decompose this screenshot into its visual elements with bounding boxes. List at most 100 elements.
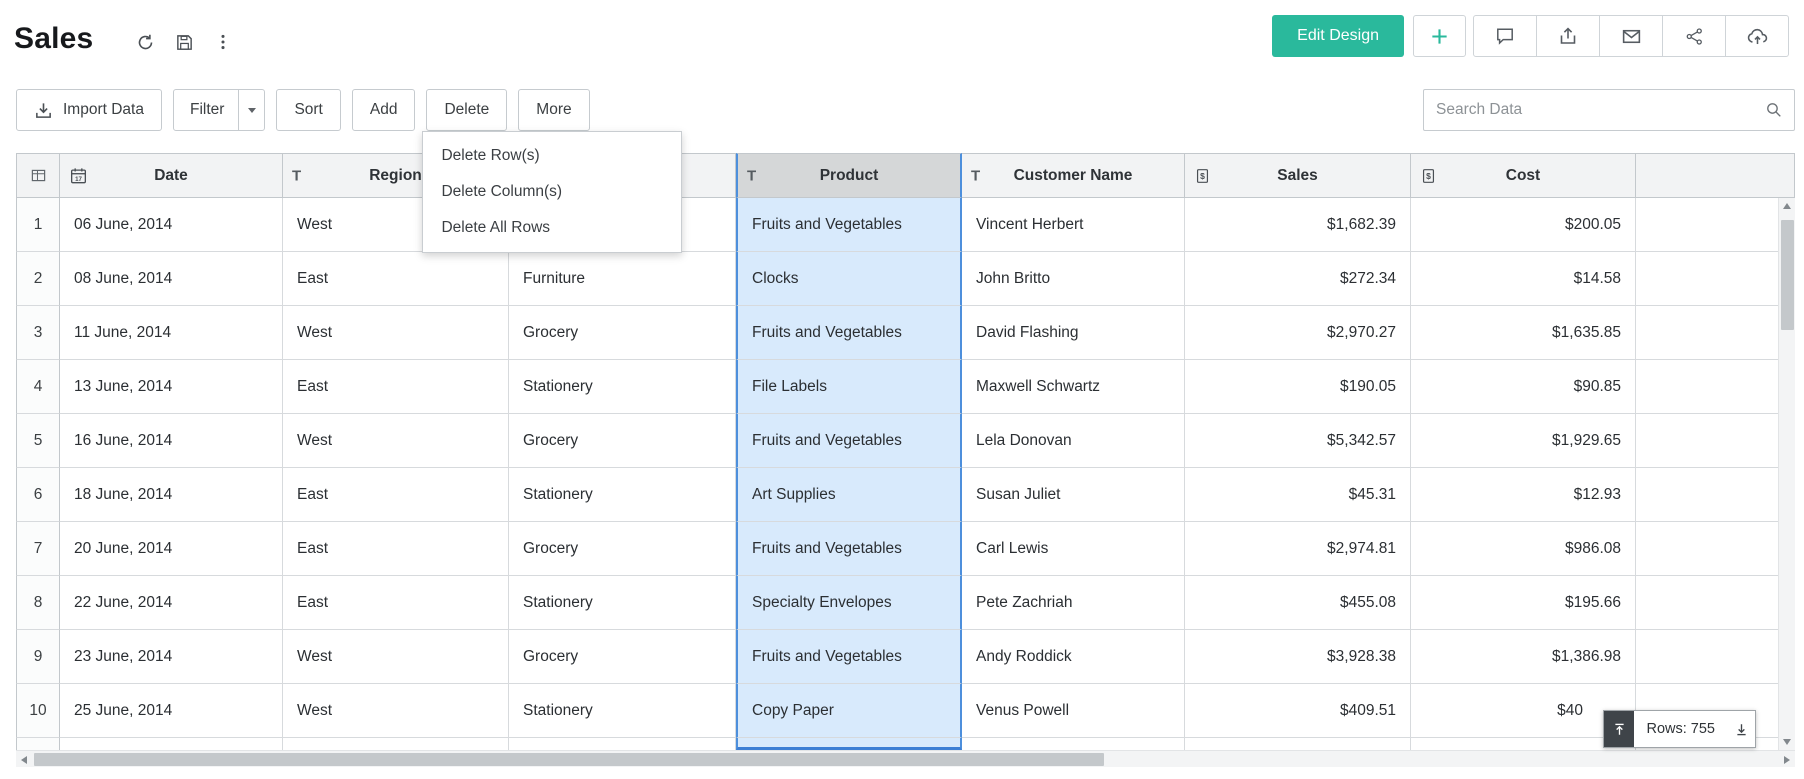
row-number[interactable]: 10 xyxy=(16,684,60,738)
cell-category[interactable]: Grocery xyxy=(509,522,736,576)
horizontal-scroll-thumb[interactable] xyxy=(34,753,1104,766)
cell-cost[interactable]: $1,635.85 xyxy=(1411,306,1636,360)
select-all-cell[interactable] xyxy=(16,153,60,198)
cell-date[interactable]: 16 June, 2014 xyxy=(60,414,283,468)
scroll-right-button[interactable] xyxy=(1779,751,1795,768)
scroll-up-button[interactable] xyxy=(1779,198,1796,214)
cell-cost[interactable]: $12.93 xyxy=(1411,468,1636,522)
cell-sales[interactable]: $190.05 xyxy=(1185,360,1411,414)
cell-region[interactable]: East xyxy=(283,360,509,414)
search-input[interactable] xyxy=(1424,101,1765,119)
cell-product[interactable]: Copy Paper xyxy=(736,684,962,738)
scroll-to-bottom-button[interactable] xyxy=(1727,711,1755,747)
horizontal-scrollbar[interactable] xyxy=(16,750,1795,767)
cell-category[interactable]: Grocery xyxy=(509,414,736,468)
cell-date[interactable]: 25 June, 2014 xyxy=(60,684,283,738)
vertical-scrollbar[interactable] xyxy=(1778,198,1795,750)
menu-item-delete-rows[interactable]: Delete Row(s) xyxy=(423,138,681,174)
add-button[interactable]: Add xyxy=(352,89,416,131)
cell-region[interactable]: West xyxy=(283,630,509,684)
cell-date[interactable]: 22 June, 2014 xyxy=(60,576,283,630)
scroll-left-button[interactable] xyxy=(16,751,32,768)
cell-date[interactable]: 18 June, 2014 xyxy=(60,468,283,522)
more-menu-button[interactable] xyxy=(214,33,232,51)
cell-region[interactable]: West xyxy=(283,306,509,360)
scroll-down-button[interactable] xyxy=(1779,734,1796,750)
cell-cost[interactable]: $1,929.65 xyxy=(1411,414,1636,468)
cell-customer-name[interactable]: Venus Powell xyxy=(962,684,1185,738)
cloud-upload-button[interactable] xyxy=(1725,15,1789,57)
row-number[interactable]: 3 xyxy=(16,306,60,360)
cell-product[interactable]: Clocks xyxy=(736,252,962,306)
export-button[interactable] xyxy=(1536,15,1600,57)
cell-date[interactable]: 11 June, 2014 xyxy=(60,306,283,360)
cell-customer-name[interactable]: Susan Juliet xyxy=(962,468,1185,522)
cell-product[interactable]: Art Supplies xyxy=(736,468,962,522)
cell-product[interactable]: Specialty Envelopes xyxy=(736,576,962,630)
column-header-date[interactable]: 17 Date xyxy=(60,153,283,198)
cell-region[interactable]: East xyxy=(283,522,509,576)
row-number[interactable]: 4 xyxy=(16,360,60,414)
cell-date[interactable]: 20 June, 2014 xyxy=(60,522,283,576)
cell-region[interactable]: West xyxy=(283,684,509,738)
cell-region[interactable]: West xyxy=(283,414,509,468)
add-new-button[interactable] xyxy=(1413,15,1466,57)
sort-button[interactable]: Sort xyxy=(276,89,340,131)
cell-product[interactable]: Fruits and Vegetables xyxy=(736,522,962,576)
cell-cost[interactable]: $195.66 xyxy=(1411,576,1636,630)
cell-sales[interactable]: $5,342.57 xyxy=(1185,414,1411,468)
delete-button[interactable]: Delete Delete Row(s) Delete Column(s) De… xyxy=(426,89,507,131)
cell-region[interactable]: East xyxy=(283,252,509,306)
cell-category[interactable]: Grocery xyxy=(509,306,736,360)
filter-button[interactable]: Filter xyxy=(173,89,265,131)
email-button[interactable] xyxy=(1599,15,1663,57)
edit-design-button[interactable]: Edit Design xyxy=(1272,15,1404,57)
row-number[interactable]: 7 xyxy=(16,522,60,576)
cell-sales[interactable]: $2,974.81 xyxy=(1185,522,1411,576)
cell-date[interactable]: 13 June, 2014 xyxy=(60,360,283,414)
cell-sales[interactable]: $272.34 xyxy=(1185,252,1411,306)
cell-product[interactable]: Fruits and Vegetables xyxy=(736,198,962,252)
cell-product[interactable]: Fruits and Vegetables xyxy=(736,414,962,468)
filter-dropdown-toggle[interactable] xyxy=(238,90,264,130)
cell-product[interactable]: Fruits and Vegetables xyxy=(736,306,962,360)
cell-customer-name[interactable]: Pete Zachriah xyxy=(962,576,1185,630)
cell-customer-name[interactable]: Maxwell Schwartz xyxy=(962,360,1185,414)
menu-item-delete-all-rows[interactable]: Delete All Rows xyxy=(423,210,681,246)
scroll-to-top-button[interactable] xyxy=(1604,711,1634,747)
cell-cost[interactable]: $986.08 xyxy=(1411,522,1636,576)
column-header-product[interactable]: T Product xyxy=(736,153,962,198)
cell-customer-name[interactable]: Andy Roddick xyxy=(962,630,1185,684)
cell-customer-name[interactable]: Lela Donovan xyxy=(962,414,1185,468)
cell-region[interactable]: East xyxy=(283,576,509,630)
row-number[interactable]: 8 xyxy=(16,576,60,630)
more-button[interactable]: More xyxy=(518,89,589,131)
row-number[interactable]: 2 xyxy=(16,252,60,306)
cell-region[interactable]: East xyxy=(283,468,509,522)
cell-cost[interactable]: $1,386.98 xyxy=(1411,630,1636,684)
cell-cost[interactable]: $200.05 xyxy=(1411,198,1636,252)
cell-category[interactable]: Furniture xyxy=(509,252,736,306)
cell-cost[interactable]: $90.85 xyxy=(1411,360,1636,414)
cell-category[interactable]: Stationery xyxy=(509,684,736,738)
row-number[interactable]: 6 xyxy=(16,468,60,522)
cell-sales[interactable]: $2,970.27 xyxy=(1185,306,1411,360)
cell-category[interactable]: Stationery xyxy=(509,360,736,414)
cell-sales[interactable]: $409.51 xyxy=(1185,684,1411,738)
column-header-customer-name[interactable]: T Customer Name xyxy=(962,153,1185,198)
cell-product[interactable]: File Labels xyxy=(736,360,962,414)
cell-category[interactable]: Stationery xyxy=(509,576,736,630)
cell-category[interactable]: Stationery xyxy=(509,468,736,522)
save-button[interactable] xyxy=(175,33,194,52)
cell-date[interactable]: 06 June, 2014 xyxy=(60,198,283,252)
vertical-scroll-thumb[interactable] xyxy=(1781,220,1794,330)
cell-sales[interactable]: $1,682.39 xyxy=(1185,198,1411,252)
cell-customer-name[interactable]: Vincent Herbert xyxy=(962,198,1185,252)
row-number[interactable]: 1 xyxy=(16,198,60,252)
column-header-sales[interactable]: $ Sales xyxy=(1185,153,1411,198)
cell-category[interactable]: Grocery xyxy=(509,630,736,684)
refresh-button[interactable] xyxy=(136,33,155,52)
cell-sales[interactable]: $455.08 xyxy=(1185,576,1411,630)
row-number[interactable]: 5 xyxy=(16,414,60,468)
cell-date[interactable]: 08 June, 2014 xyxy=(60,252,283,306)
